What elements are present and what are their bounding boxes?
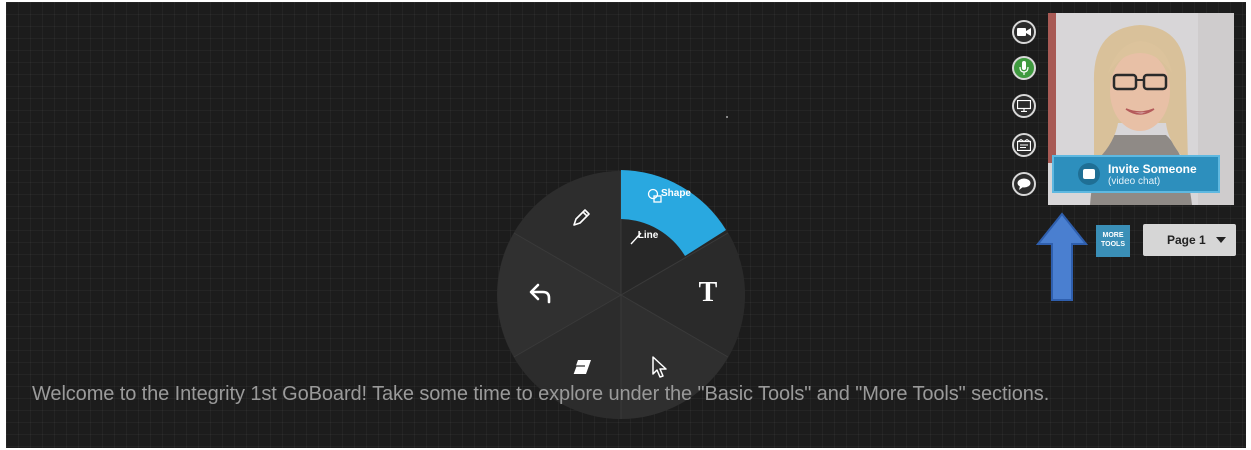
pencil-icon <box>573 209 590 226</box>
select-pointer-tool[interactable] <box>650 355 672 381</box>
undo-button[interactable] <box>526 280 556 308</box>
canvas-dot <box>726 116 728 118</box>
line-tool[interactable]: Line <box>628 230 668 245</box>
microphone-icon <box>1019 61 1029 75</box>
video-chat-badge <box>1078 163 1100 185</box>
chat-button[interactable] <box>1012 172 1036 196</box>
shape-tool[interactable]: Shape <box>646 188 706 203</box>
chat-icon <box>1017 178 1031 190</box>
page-selector[interactable]: Page 1 <box>1143 224 1236 256</box>
chevron-down-icon <box>1216 237 1226 243</box>
camera-icon <box>1017 28 1031 36</box>
up-arrow-annotation <box>1036 212 1088 301</box>
line-icon <box>630 232 642 245</box>
whiteboard-canvas[interactable]: Shape Line T Welcome to the Integrity 1s… <box>6 2 1246 448</box>
shapes-icon <box>647 188 662 203</box>
text-tool[interactable]: T <box>693 278 723 308</box>
page-selector-value: Page 1 <box>1167 233 1206 247</box>
screen-share-button[interactable] <box>1012 94 1036 118</box>
microphone-button[interactable] <box>1012 56 1036 80</box>
more-tools-button[interactable]: MORE TOOLS <box>1096 225 1130 257</box>
undo-icon <box>529 283 551 304</box>
media-button[interactable] <box>1012 133 1036 157</box>
invite-someone-button[interactable]: Invite Someone (video chat) <box>1052 155 1220 193</box>
pencil-tool[interactable] <box>569 206 595 232</box>
invite-title: Invite Someone <box>1108 161 1197 176</box>
invite-subtitle: (video chat) <box>1108 175 1161 187</box>
camera-button[interactable] <box>1012 20 1036 44</box>
media-icon <box>1017 139 1031 151</box>
video-camera-icon <box>1083 169 1095 179</box>
eraser-tool[interactable] <box>570 357 596 379</box>
text-icon: T <box>698 277 718 308</box>
pointer-icon <box>652 356 667 378</box>
invite-text: Invite Someone (video chat) <box>1108 162 1197 187</box>
eraser-icon <box>572 360 591 375</box>
screen-share-icon <box>1017 100 1031 112</box>
welcome-message: Welcome to the Integrity 1st GoBoard! Ta… <box>32 383 1050 405</box>
